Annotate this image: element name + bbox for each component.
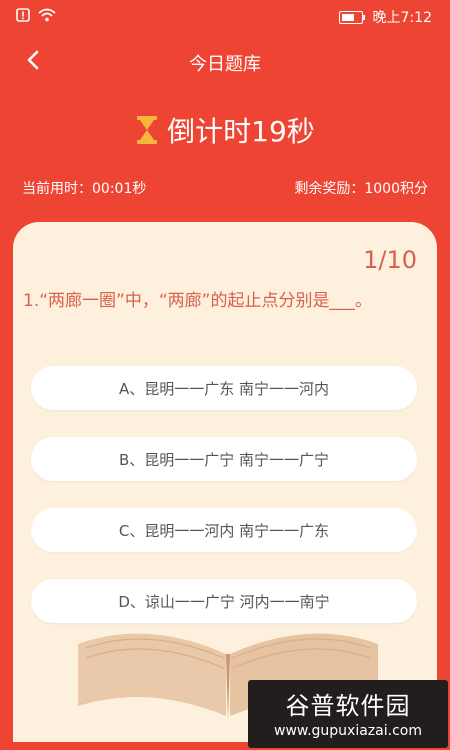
option-label: A、昆明一一广东 南宁一一河内	[118, 379, 330, 398]
countdown-timer: 倒计时19秒	[0, 110, 450, 150]
hourglass-icon	[137, 116, 158, 144]
option-a[interactable]: A、昆明一一广东 南宁一一河内	[31, 366, 417, 410]
elapsed-time: 当前用时：00:01秒	[22, 181, 147, 197]
remaining-reward: 剩余奖励：1000积分	[294, 181, 428, 197]
countdown-text: 倒计时19秒	[167, 115, 315, 148]
option-b[interactable]: B、昆明一一广宁 南宁一一广宁	[31, 437, 417, 481]
question-counter: 1/10	[363, 246, 417, 274]
option-label: B、昆明一一广宁 南宁一一广宁	[118, 450, 330, 469]
question-card: 1/10 1.“两廊一圈”中，“两廊”的起止点分别是___。 A、昆明一一广东 …	[13, 222, 437, 742]
battery-icon	[338, 10, 363, 24]
option-label: D、谅山一一广宁 河内一一南宁	[118, 592, 330, 611]
watermark-logo: 谷普软件园 www.gupuxiazai.com	[248, 680, 448, 748]
alert-icon	[16, 8, 30, 22]
question-text: 1.“两廊一圈”中，“两廊”的起止点分别是___。	[23, 291, 372, 311]
option-label: C、昆明一一河内 南宁一一广东	[118, 521, 330, 540]
option-c[interactable]: C、昆明一一河内 南宁一一广东	[31, 508, 417, 552]
nav-bar: 今日题库	[0, 38, 450, 86]
status-bar: 晚上7:12	[0, 0, 450, 34]
wifi-icon	[38, 8, 56, 22]
watermark-name: 谷普软件园	[285, 692, 411, 720]
status-left	[16, 8, 56, 22]
page-title: 今日题库	[189, 54, 261, 75]
status-right: 晚上7:12	[338, 7, 432, 27]
clock-time: 晚上7:12	[372, 10, 432, 26]
watermark-url: www.gupuxiazai.com	[274, 723, 422, 739]
